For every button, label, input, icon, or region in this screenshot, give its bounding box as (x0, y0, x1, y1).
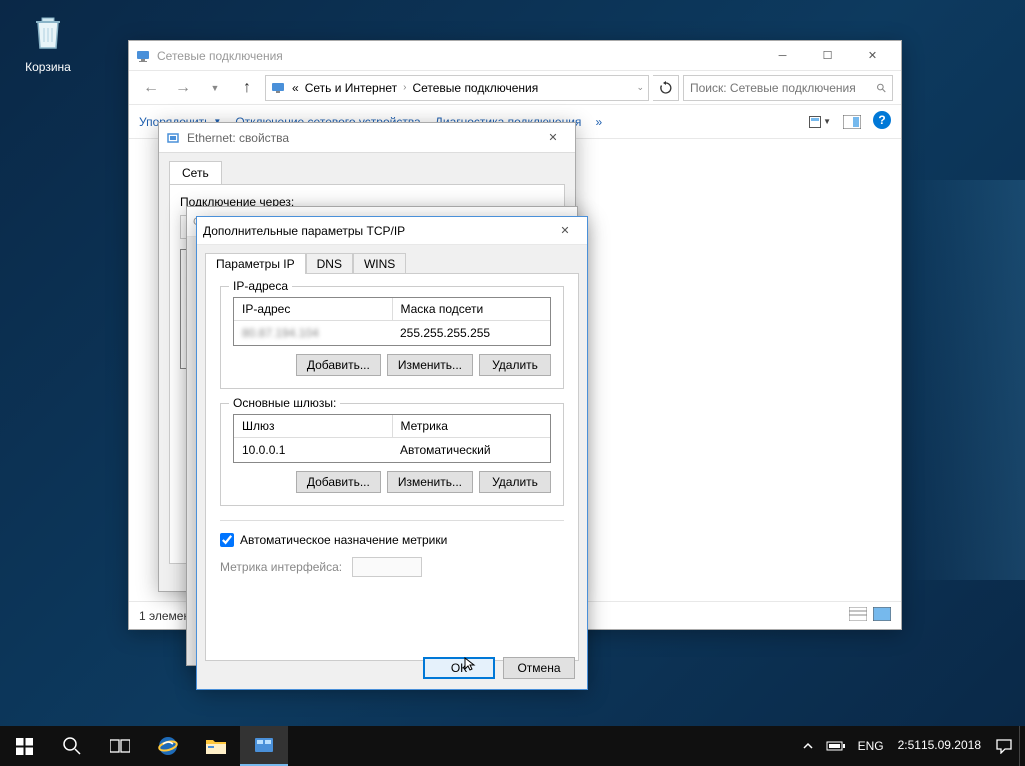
auto-metric-checkbox[interactable] (220, 533, 234, 547)
recycle-bin-label: Корзина (10, 60, 86, 74)
delete-gw-button[interactable]: Удалить (479, 471, 551, 493)
desktop-light-effect (905, 180, 1025, 580)
explorer-taskbar-button[interactable] (192, 726, 240, 766)
nc-addressbar: ← → ▼ ↑ « Сеть и Интернет › Сетевые подк… (129, 71, 901, 105)
ok-button[interactable]: ОК (423, 657, 495, 679)
more-tools-button[interactable]: » (595, 115, 602, 129)
status-item-count: 1 элемен (139, 609, 190, 623)
interface-metric-input (352, 557, 422, 577)
details-view-icon[interactable] (849, 607, 867, 624)
back-button[interactable]: ← (137, 75, 165, 101)
refresh-button[interactable] (653, 75, 679, 101)
gateways-table[interactable]: Шлюз Метрика 10.0.0.1 Автоматический (233, 414, 551, 463)
path-icon (270, 80, 286, 96)
tcpip-advanced-window[interactable]: Дополнительные параметры TCP/IP ✕ Параме… (196, 216, 588, 690)
ip-group-label: IP-адреса (229, 279, 292, 293)
interface-metric-row: Метрика интерфейса: (220, 557, 564, 577)
path-dropdown-icon[interactable]: ⌄ (636, 82, 644, 93)
close-button[interactable]: ✕ (537, 124, 569, 152)
interface-metric-label: Метрика интерфейса: (220, 560, 342, 574)
minimize-button[interactable]: ─ (760, 42, 805, 70)
close-button[interactable]: ✕ (549, 218, 581, 244)
maximize-button[interactable]: ☐ (805, 42, 850, 70)
gw-group-label: Основные шлюзы: (229, 396, 340, 410)
tab-wins[interactable]: WINS (353, 253, 406, 274)
system-tray: ENG 2:51 15.09.2018 (796, 726, 1025, 766)
date-text: 15.09.2018 (921, 738, 981, 754)
tcp-tab-content: IP-адреса IP-адрес Маска подсети 80.87.1… (205, 273, 579, 661)
control-panel-taskbar-button[interactable] (240, 726, 288, 766)
tab-ip-settings[interactable]: Параметры IP (205, 253, 306, 274)
recent-button[interactable]: ▼ (201, 75, 229, 101)
battery-icon[interactable] (820, 726, 852, 766)
nc-titlebar[interactable]: Сетевые подключения ─ ☐ ✕ (129, 41, 901, 71)
start-button[interactable] (0, 726, 48, 766)
ie-taskbar-button[interactable] (144, 726, 192, 766)
forward-button[interactable]: → (169, 75, 197, 101)
tab-network[interactable]: Сеть (169, 161, 222, 184)
cell-ip: 80.87.194.104 (234, 321, 392, 345)
chevron-right-icon: › (403, 82, 406, 93)
time-text: 2:51 (898, 738, 921, 754)
add-ip-button[interactable]: Добавить... (296, 354, 381, 376)
language-indicator[interactable]: ENG (852, 726, 890, 766)
view-options-button[interactable]: ▼ (809, 111, 831, 133)
show-desktop-button[interactable] (1019, 726, 1025, 766)
cell-gateway: 10.0.0.1 (234, 438, 392, 462)
col-subnet-mask: Маска подсети (393, 298, 551, 321)
table-header: IP-адрес Маска подсети (234, 298, 550, 321)
auto-metric-row: Автоматическое назначение метрики (220, 533, 564, 547)
tab-dns[interactable]: DNS (306, 253, 353, 274)
table-row[interactable]: 80.87.194.104 255.255.255.255 (234, 321, 550, 345)
cancel-button[interactable]: Отмена (503, 657, 575, 679)
eth-tabs: Сеть (159, 153, 575, 184)
ip-addresses-group: IP-адреса IP-адрес Маска подсети 80.87.1… (220, 286, 564, 389)
col-metric: Метрика (393, 415, 551, 438)
ethernet-icon (165, 130, 181, 146)
edit-gw-button[interactable]: Изменить... (387, 471, 473, 493)
auto-metric-label: Автоматическое назначение метрики (240, 533, 447, 547)
dialog-footer: ОК Отмена (423, 657, 575, 679)
tray-overflow-button[interactable] (796, 726, 820, 766)
recycle-bin-desktop-icon[interactable]: Корзина (10, 8, 86, 74)
clock[interactable]: 2:51 15.09.2018 (890, 726, 989, 766)
tcp-title: Дополнительные параметры TCP/IP (203, 224, 549, 238)
delete-ip-button[interactable]: Удалить (479, 354, 551, 376)
ip-addresses-table[interactable]: IP-адрес Маска подсети 80.87.194.104 255… (233, 297, 551, 346)
default-gateways-group: Основные шлюзы: Шлюз Метрика 10.0.0.1 Ав… (220, 403, 564, 506)
search-input[interactable] (690, 81, 877, 95)
cell-metric: Автоматический (392, 438, 550, 462)
path-prefix: « (292, 81, 299, 95)
path-segment-1[interactable]: Сеть и Интернет (305, 81, 397, 95)
eth-titlebar[interactable]: Ethernet: свойства ✕ (159, 123, 575, 153)
tcp-tabs: Параметры IP DNS WINS (197, 245, 587, 274)
col-gateway: Шлюз (234, 415, 393, 438)
network-icon (135, 48, 151, 64)
refresh-icon (659, 81, 673, 95)
nc-title: Сетевые подключения (157, 49, 760, 63)
recycle-bin-icon (24, 8, 72, 56)
edit-ip-button[interactable]: Изменить... (387, 354, 473, 376)
col-ip-address: IP-адрес (234, 298, 393, 321)
table-row[interactable]: 10.0.0.1 Автоматический (234, 438, 550, 462)
eth-title: Ethernet: свойства (187, 131, 537, 145)
preview-pane-button[interactable] (841, 111, 863, 133)
cell-mask: 255.255.255.255 (392, 321, 550, 345)
up-button[interactable]: ↑ (233, 75, 261, 101)
search-box[interactable]: ⚲ (683, 75, 893, 101)
search-button[interactable] (48, 726, 96, 766)
path-segment-2[interactable]: Сетевые подключения (412, 81, 538, 95)
help-button[interactable]: ? (873, 111, 891, 129)
table-header: Шлюз Метрика (234, 415, 550, 438)
task-view-button[interactable] (96, 726, 144, 766)
taskbar: ENG 2:51 15.09.2018 (0, 726, 1025, 766)
large-view-icon[interactable] (873, 607, 891, 624)
close-button[interactable]: ✕ (850, 42, 895, 70)
tcp-titlebar[interactable]: Дополнительные параметры TCP/IP ✕ (197, 217, 587, 245)
add-gw-button[interactable]: Добавить... (296, 471, 381, 493)
action-center-button[interactable] (989, 726, 1019, 766)
address-path[interactable]: « Сеть и Интернет › Сетевые подключения … (265, 75, 649, 101)
